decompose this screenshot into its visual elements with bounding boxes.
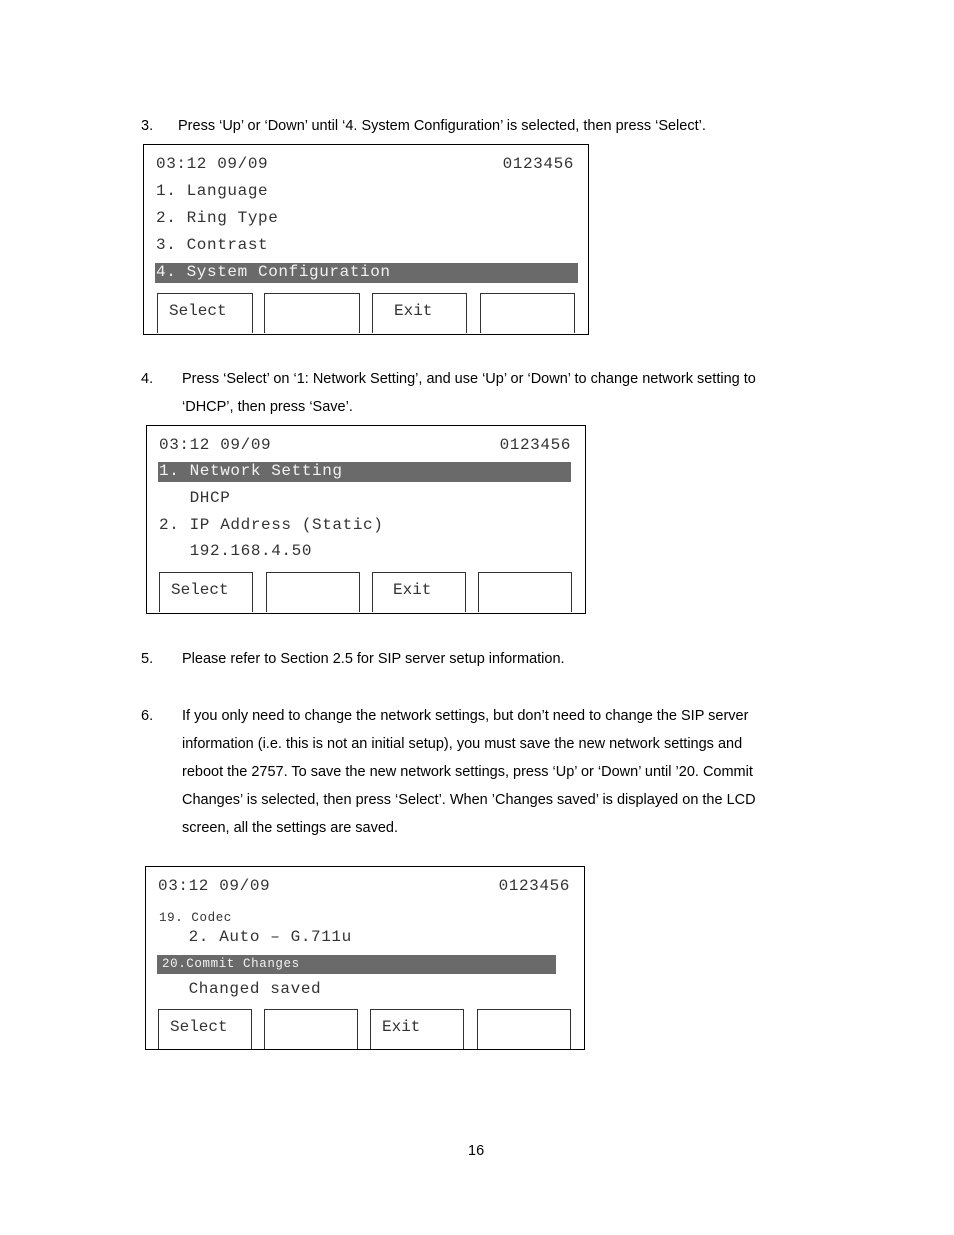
lcd-number: 0123456 xyxy=(502,155,574,173)
softkey-exit[interactable]: Exit xyxy=(372,572,466,612)
network-setting-value: DHCP xyxy=(159,489,231,507)
step-text-line-2: ‘DHCP’, then press ‘Save’. xyxy=(182,399,353,415)
menu-item-ip-address[interactable]: 2. IP Address (Static) xyxy=(159,516,383,534)
softkey-blank-4[interactable] xyxy=(478,572,572,612)
step-text: Please refer to Section 2.5 for SIP serv… xyxy=(182,651,565,667)
menu-item-codec[interactable]: 19. Codec xyxy=(159,911,232,925)
step-text-line-5: screen, all the settings are saved. xyxy=(182,820,399,836)
softkey-blank-2[interactable] xyxy=(264,1009,358,1049)
step-number: 5. xyxy=(141,651,154,667)
menu-item-system-configuration-selected[interactable]: 4. System Configuration xyxy=(155,263,578,283)
lcd-time: 03:12 09/09 xyxy=(158,877,271,895)
step-number: 6. xyxy=(141,708,154,724)
step-text: Press ‘Up’ or ‘Down’ until ‘4. System Co… xyxy=(178,118,706,134)
commit-status-message: Changed saved xyxy=(158,980,322,998)
softkey-blank-2[interactable] xyxy=(266,572,360,612)
softkey-blank-4[interactable] xyxy=(477,1009,571,1049)
menu-item-commit-changes-selected[interactable]: 20.Commit Changes xyxy=(157,955,556,974)
step-number: 3. xyxy=(141,118,154,134)
step-text-line-2: information (i.e. this is not an initial… xyxy=(182,736,743,752)
step-text-line-1: Press ‘Select’ on ‘1: Network Setting’, … xyxy=(182,371,756,387)
ip-address-value: 192.168.4.50 xyxy=(159,542,313,560)
softkey-blank-4[interactable] xyxy=(480,293,575,333)
softkey-select[interactable]: Select xyxy=(159,572,253,612)
menu-item-language[interactable]: 1. Language xyxy=(156,182,268,200)
softkey-blank-2[interactable] xyxy=(264,293,360,333)
softkey-select[interactable]: Select xyxy=(157,293,253,333)
softkey-exit[interactable]: Exit xyxy=(370,1009,464,1049)
lcd-number: 0123456 xyxy=(498,877,570,895)
step-text-line-4: Changes’ is selected, then press ‘Select… xyxy=(182,792,756,808)
lcd-screen-network-setting: 03:12 09/09 0123456 1. Network Setting D… xyxy=(146,425,586,614)
menu-item-ring-type[interactable]: 2. Ring Type xyxy=(156,209,278,227)
page-number: 16 xyxy=(468,1143,485,1159)
codec-value: 2. Auto – G.711u xyxy=(158,928,352,946)
softkey-select[interactable]: Select xyxy=(158,1009,252,1049)
menu-item-contrast[interactable]: 3. Contrast xyxy=(156,236,268,254)
lcd-time: 03:12 09/09 xyxy=(156,155,269,173)
menu-item-network-setting-selected[interactable]: 1. Network Setting xyxy=(158,462,571,482)
lcd-number: 0123456 xyxy=(499,436,571,454)
step-number: 4. xyxy=(141,371,154,387)
step-text-line-1: If you only need to change the network s… xyxy=(182,708,749,724)
lcd-screen-commit-changes: 03:12 09/09 0123456 19. Codec 2. Auto – … xyxy=(145,866,585,1050)
step-text-line-3: reboot the 2757. To save the new network… xyxy=(182,764,753,780)
lcd-time: 03:12 09/09 xyxy=(159,436,272,454)
lcd-screen-main-menu: 03:12 09/09 0123456 1. Language 2. Ring … xyxy=(143,144,589,335)
softkey-exit[interactable]: Exit xyxy=(372,293,467,333)
